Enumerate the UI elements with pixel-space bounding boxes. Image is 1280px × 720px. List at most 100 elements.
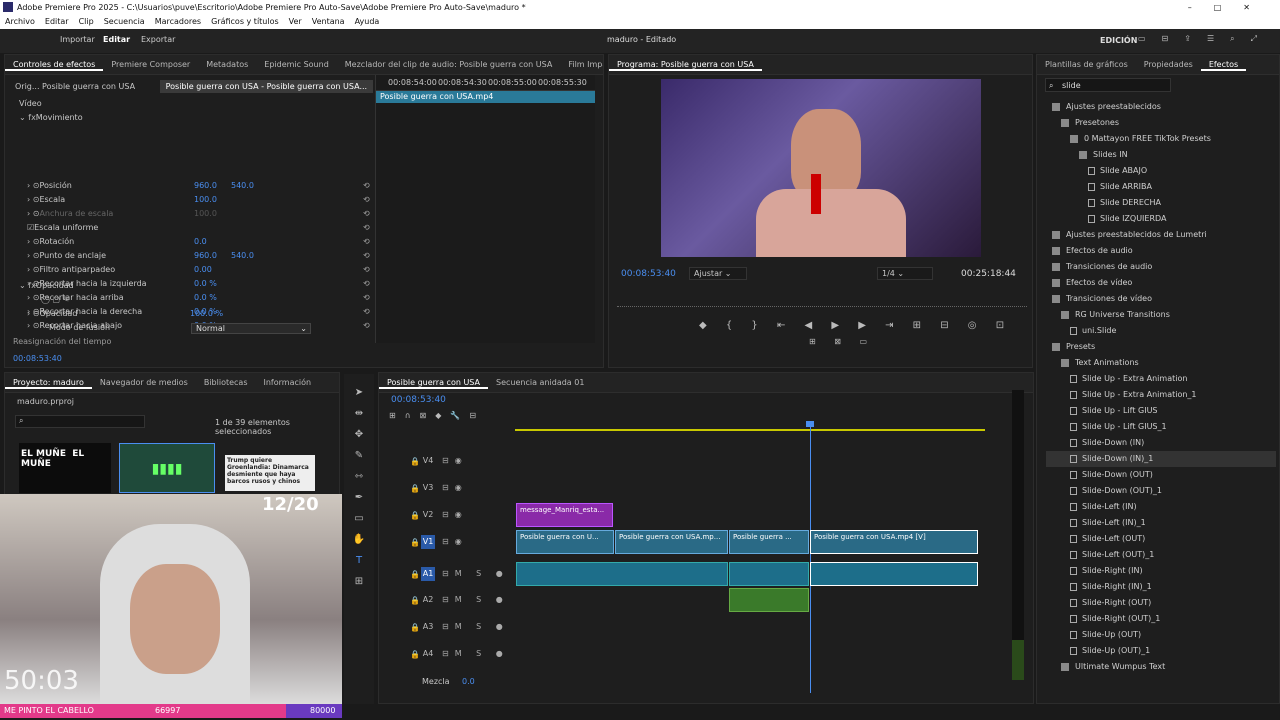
tab-ectabs-5[interactable]: Film Impac bbox=[560, 60, 603, 69]
effects-tree-item[interactable]: Slide-Right (OUT) bbox=[1046, 595, 1276, 611]
menu-item-5[interactable]: Gráficos y títulos bbox=[211, 17, 279, 26]
timeline-ruler[interactable] bbox=[515, 423, 985, 431]
effects-tree-item[interactable]: 0 Mattayon FREE TikTok Presets bbox=[1046, 131, 1276, 147]
effects-tree-item[interactable]: Slide-Down (IN) bbox=[1046, 435, 1276, 451]
tab-ectabs-2[interactable]: Metadatos bbox=[198, 60, 256, 69]
property-value-1[interactable]: 960.0 bbox=[194, 249, 217, 263]
effects-tree-item[interactable]: Ultimate Wumpus Text bbox=[1046, 659, 1276, 675]
effects-tree-item[interactable]: RG Universe Transitions bbox=[1046, 307, 1276, 323]
source-tab-sequence[interactable]: Posible guerra con USA - Posible guerra … bbox=[159, 80, 374, 93]
stopwatch-icon[interactable]: › ⊙ bbox=[27, 207, 39, 221]
track-header[interactable]: 🔒 A4 ⊟M S ● bbox=[380, 642, 514, 668]
reset-icon[interactable]: ⟲ bbox=[363, 179, 370, 193]
reset-icon[interactable]: ⟲ bbox=[363, 235, 370, 249]
effects-tree-item[interactable]: Ajustes preestablecidos bbox=[1046, 99, 1276, 115]
clip-v2[interactable]: message_Manriq_esta... bbox=[516, 503, 613, 527]
mask-tools[interactable]: ◯ ▢ ✎ bbox=[41, 293, 69, 307]
tab-prtabs-2[interactable]: Bibliotecas bbox=[196, 378, 256, 387]
property-value-1[interactable]: 100.0 bbox=[194, 207, 217, 221]
property-value-1[interactable]: 100.0 bbox=[194, 193, 217, 207]
effects-tree-item[interactable]: Slides IN bbox=[1046, 147, 1276, 163]
tab-tltabs-0[interactable]: Posible guerra con USA bbox=[379, 378, 489, 389]
effects-tree-item[interactable]: Slide Up - Lift GIUS bbox=[1046, 403, 1276, 419]
track-header[interactable]: 🔒 V3 ⊟◉ bbox=[380, 476, 514, 502]
tab-ectabs-0[interactable]: Controles de efectos bbox=[5, 60, 104, 71]
effects-tree-item[interactable]: Slide-Right (IN) bbox=[1046, 563, 1276, 579]
project-search[interactable]: ⌕ bbox=[15, 415, 145, 428]
source-tab-orig[interactable]: Orig... Posible guerra con USA bbox=[15, 82, 135, 91]
stopwatch-icon[interactable]: › ⊙ bbox=[27, 249, 39, 263]
lock-icon[interactable]: 🔒 bbox=[410, 457, 420, 466]
timeline-tool-icons[interactable]: ⊞∩⊠◆🔧⊟ bbox=[389, 411, 485, 420]
effects-tree-item[interactable]: Presetones bbox=[1046, 115, 1276, 131]
audio-clip-a1-2[interactable] bbox=[729, 562, 809, 586]
transport-controls[interactable]: ◆ { } ⇤ ◀ ▶ ▶ ⇥ ⊞ ⊟ ◎ ⊡ bbox=[699, 320, 1012, 331]
edition-label[interactable]: EDICIÓN bbox=[1100, 36, 1137, 45]
track-label[interactable]: A3 bbox=[421, 620, 435, 634]
project-thumb-1[interactable]: EL MUÑE EL MUÑE bbox=[19, 443, 111, 493]
reset-icon[interactable]: ⟲ bbox=[363, 207, 370, 221]
track-label[interactable]: A1 bbox=[421, 567, 435, 581]
stopwatch-icon[interactable]: › ⊙ bbox=[27, 291, 39, 305]
menu-item-7[interactable]: Ventana bbox=[312, 17, 345, 26]
tab-edit[interactable]: Editar bbox=[103, 35, 130, 44]
quality-select[interactable]: 1/4 ⌄ bbox=[877, 267, 933, 280]
menu-item-1[interactable]: Editar bbox=[45, 17, 69, 26]
audio-clip-a2[interactable] bbox=[729, 588, 809, 612]
tab-fxtabs-2[interactable]: Efectos bbox=[1200, 60, 1247, 71]
effects-tree-item[interactable]: Slide-Up (OUT)_1 bbox=[1046, 643, 1276, 659]
property-value-2[interactable]: 540.0 bbox=[231, 249, 254, 263]
property-value-1[interactable]: 960.0 bbox=[194, 179, 217, 193]
track-header[interactable]: 🔒 V1 ⊟◉ bbox=[380, 530, 514, 556]
effects-tree-item[interactable]: Slide-Down (IN)_1 bbox=[1046, 451, 1276, 467]
effects-tree-item[interactable]: Efectos de audio bbox=[1046, 243, 1276, 259]
menu-item-0[interactable]: Archivo bbox=[5, 17, 35, 26]
property-value-1[interactable]: 0.0 bbox=[194, 235, 207, 249]
section-opacity[interactable]: ⌄ fx Opacidad bbox=[19, 279, 74, 293]
effects-tree-item[interactable]: Slide-Right (OUT)_1 bbox=[1046, 611, 1276, 627]
track-label[interactable]: V4 bbox=[421, 454, 435, 468]
reset-icon[interactable]: ⟲ bbox=[363, 263, 370, 277]
stopwatch-icon[interactable]: › ⊙ bbox=[27, 235, 39, 249]
tab-fxtabs-0[interactable]: Plantillas de gráficos bbox=[1037, 60, 1136, 69]
property-value-1[interactable]: 0.0 % bbox=[194, 277, 217, 291]
effects-tree-item[interactable]: Slide-Left (IN)_1 bbox=[1046, 515, 1276, 531]
playhead-handle[interactable] bbox=[806, 421, 814, 427]
track-header[interactable]: 🔒 V4 ⊟◉ bbox=[380, 449, 514, 475]
effects-tree-item[interactable]: Slide DERECHA bbox=[1046, 195, 1276, 211]
effects-search[interactable]: ⌕ slide bbox=[1045, 78, 1171, 92]
tab-prtabs-0[interactable]: Proyecto: maduro bbox=[5, 378, 92, 389]
section-motion[interactable]: ⌄ fx Movimiento bbox=[19, 111, 83, 125]
tab-prtabs-3[interactable]: Información bbox=[255, 378, 319, 387]
track-label[interactable]: V2 bbox=[421, 508, 435, 522]
program-scrubber[interactable] bbox=[617, 299, 1027, 307]
track-label[interactable]: A4 bbox=[421, 647, 435, 661]
time-remap-label[interactable]: Reasignación del tiempo bbox=[13, 335, 111, 349]
lock-icon[interactable]: 🔒 bbox=[410, 511, 420, 520]
effects-tree-item[interactable]: Slide ABAJO bbox=[1046, 163, 1276, 179]
effects-tree-item[interactable]: Efectos de vídeo bbox=[1046, 275, 1276, 291]
lock-icon[interactable]: 🔒 bbox=[410, 650, 420, 659]
blend-mode-select[interactable]: Normal ⌄ bbox=[191, 323, 311, 334]
track-toggle-icons[interactable]: ⊟M S ● bbox=[442, 595, 509, 604]
menu-item-2[interactable]: Clip bbox=[79, 17, 94, 26]
reset-icon[interactable]: ⟲ bbox=[363, 277, 370, 291]
window-controls[interactable]: –□✕ bbox=[1188, 0, 1272, 15]
track-header[interactable]: 🔒 A3 ⊟M S ● bbox=[380, 615, 514, 641]
track-toggle-icons[interactable]: ⊟◉ bbox=[442, 537, 468, 546]
effects-tree-item[interactable]: uni.Slide bbox=[1046, 323, 1276, 339]
effects-tree-item[interactable]: Slide-Down (OUT) bbox=[1046, 467, 1276, 483]
track-label[interactable]: V3 bbox=[421, 481, 435, 495]
program-title[interactable]: Programa: Posible guerra con USA bbox=[609, 60, 762, 71]
opacity-value[interactable]: 100.0 % bbox=[190, 307, 223, 321]
property-value-1[interactable]: 0.0 % bbox=[194, 291, 217, 305]
track-header[interactable]: 🔒 V2 ⊟◉ bbox=[380, 503, 514, 529]
track-toggle-icons[interactable]: ⊟M S ● bbox=[442, 649, 509, 658]
stopwatch-icon[interactable]: › ⊙ bbox=[27, 193, 39, 207]
extra-controls[interactable]: ⊞ ⊠ ▭ bbox=[809, 337, 875, 346]
audio-clip-a1-1[interactable] bbox=[516, 562, 728, 586]
video-frame[interactable] bbox=[661, 79, 981, 257]
project-thumb-news[interactable]: Trump quiere Groenlandia: Dinamarca desm… bbox=[225, 455, 315, 491]
tab-ectabs-3[interactable]: Epidemic Sound bbox=[256, 60, 337, 69]
tab-ectabs-1[interactable]: Premiere Composer bbox=[103, 60, 198, 69]
